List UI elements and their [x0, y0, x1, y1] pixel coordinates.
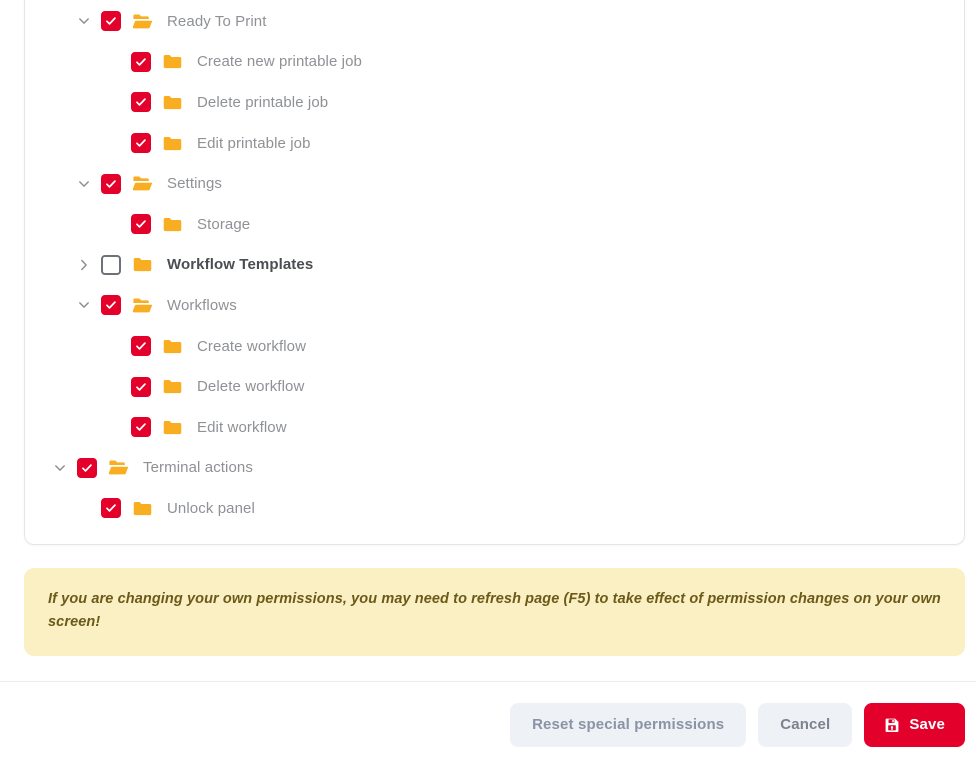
- permission-tree-row[interactable]: Edit printable job: [25, 123, 964, 164]
- permission-checkbox[interactable]: [101, 295, 121, 316]
- chevron-down-icon[interactable]: [73, 10, 95, 32]
- cancel-button[interactable]: Cancel: [758, 702, 853, 747]
- permission-label: Settings: [167, 175, 222, 193]
- permission-tree: Ready To Print Create new printable job De…: [25, 1, 964, 544]
- permission-tree-row[interactable]: Workflows: [25, 285, 964, 326]
- folder-closed-icon: [161, 213, 183, 235]
- save-floppy-icon: [884, 717, 900, 733]
- save-button-label: Save: [909, 716, 945, 733]
- permission-tree-row[interactable]: Delete workflow: [25, 366, 964, 407]
- permission-checkbox[interactable]: [131, 336, 151, 357]
- permission-label: Delete printable job: [197, 93, 329, 111]
- folder-open-icon: [131, 173, 153, 195]
- chevron-right-icon[interactable]: [73, 254, 95, 276]
- folder-closed-icon: [161, 376, 183, 398]
- folder-closed-icon: [131, 254, 153, 276]
- folder-closed-icon: [161, 132, 183, 154]
- permission-tree-row[interactable]: Ready To Print: [25, 1, 964, 42]
- permission-checkbox[interactable]: [101, 498, 121, 519]
- permission-tree-row[interactable]: Workflow Templates: [25, 245, 964, 286]
- folder-open-icon: [107, 457, 129, 479]
- save-button[interactable]: Save: [864, 702, 965, 747]
- permission-tree-row[interactable]: Create workflow: [25, 326, 964, 367]
- permission-tree-row[interactable]: Terminal actions: [25, 448, 964, 489]
- permission-label: Edit printable job: [197, 134, 311, 152]
- permission-checkbox[interactable]: [131, 92, 151, 113]
- dialog-footer: Reset special permissions Cancel Save: [0, 682, 976, 767]
- permission-checkbox[interactable]: [131, 51, 151, 72]
- permission-label: Create workflow: [197, 337, 307, 355]
- folder-closed-icon: [131, 497, 153, 519]
- permission-label: Unlock panel: [167, 499, 255, 517]
- folder-open-icon: [131, 10, 153, 32]
- permission-checkbox[interactable]: [77, 457, 97, 478]
- permission-tree-row[interactable]: Settings: [25, 163, 964, 204]
- permission-checkbox[interactable]: [131, 133, 151, 154]
- permission-label: Terminal actions: [143, 459, 253, 477]
- folder-closed-icon: [161, 335, 183, 357]
- permission-checkbox[interactable]: [131, 417, 151, 438]
- permission-label: Storage: [197, 215, 251, 233]
- permission-checkbox[interactable]: [101, 173, 121, 194]
- permission-warning-text: If you are changing your own permissions…: [48, 591, 941, 631]
- permission-tree-row[interactable]: Create new printable job: [25, 42, 964, 83]
- permissions-dialog: Ready To Print Create new printable job De…: [0, 0, 976, 767]
- permission-tree-row[interactable]: Delete printable job: [25, 82, 964, 123]
- permission-tree-row[interactable]: Storage: [25, 204, 964, 245]
- permission-label: Workflow Templates: [167, 256, 314, 274]
- permission-tree-row[interactable]: Edit workflow: [25, 407, 964, 448]
- permission-checkbox[interactable]: [131, 376, 151, 397]
- permission-label: Edit workflow: [197, 418, 287, 436]
- reset-special-permissions-button[interactable]: Reset special permissions: [510, 702, 747, 747]
- chevron-down-icon[interactable]: [73, 294, 95, 316]
- permission-label: Ready To Print: [167, 12, 267, 30]
- chevron-down-icon[interactable]: [49, 457, 71, 479]
- permission-tree-row[interactable]: Unlock panel: [25, 488, 964, 529]
- permission-warning-note: If you are changing your own permissions…: [24, 568, 965, 656]
- permission-label: Delete workflow: [197, 378, 305, 396]
- folder-closed-icon: [161, 51, 183, 73]
- permission-label: Workflows: [167, 296, 237, 314]
- chevron-down-icon[interactable]: [73, 173, 95, 195]
- permission-checkbox[interactable]: [101, 11, 121, 32]
- permission-label: Create new printable job: [197, 53, 362, 71]
- permission-checkbox[interactable]: [101, 254, 121, 275]
- folder-open-icon: [131, 294, 153, 316]
- permission-checkbox[interactable]: [131, 214, 151, 235]
- permission-tree-card: Ready To Print Create new printable job De…: [24, 0, 965, 545]
- folder-closed-icon: [161, 416, 183, 438]
- folder-closed-icon: [161, 91, 183, 113]
